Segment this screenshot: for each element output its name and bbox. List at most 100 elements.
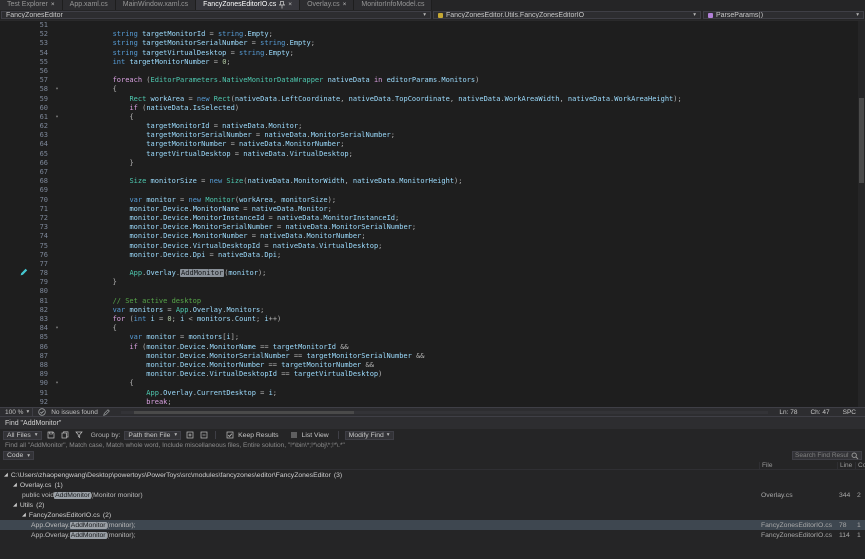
code-line-51[interactable]: 51	[0, 21, 858, 30]
tab-monitorinfomodel-cs[interactable]: MonitorInfoModel.cs	[354, 0, 432, 10]
code-line-88[interactable]: 88 monitor.Device.MonitorNumber == targe…	[0, 361, 858, 370]
code-line-92[interactable]: 92 break;	[0, 398, 858, 407]
code-line-57[interactable]: 57 foreach (EditorParameters.NativeMonit…	[0, 76, 858, 85]
code-line-81[interactable]: 81 // Set active desktop	[0, 297, 858, 306]
code-line-73[interactable]: 73 monitor.Device.MonitorSerialNumber = …	[0, 223, 858, 232]
result-row[interactable]: public void AddMonitor(Monitor monitor)O…	[0, 490, 865, 500]
save-icon[interactable]	[46, 431, 56, 439]
code-line-89[interactable]: 89 monitor.Device.VirtualDesktopId == ta…	[0, 370, 858, 379]
modify-find-button[interactable]: Modify Find ▾	[345, 431, 394, 440]
tab-mainwindow-xaml-cs[interactable]: MainWindow.xaml.cs	[116, 0, 196, 10]
code-line-90[interactable]: 90▾ {	[0, 379, 858, 388]
code-line-82[interactable]: 82 var monitors = App.Overlay.Monitors;	[0, 306, 858, 315]
editor-vertical-scrollbar[interactable]	[858, 21, 865, 407]
result-group-row[interactable]: ◢Utils(2)	[0, 500, 865, 510]
member-dropdown[interactable]: ParseParams() ▾	[703, 11, 864, 19]
breakpoint-margin[interactable]	[0, 333, 30, 342]
breakpoint-margin[interactable]	[0, 278, 30, 287]
breakpoint-margin[interactable]	[0, 315, 30, 324]
scrollbar-thumb[interactable]	[859, 98, 864, 183]
code-line-75[interactable]: 75 monitor.Device.VirtualDesktopId = nat…	[0, 242, 858, 251]
code-line-54[interactable]: 54 string targetVirtualDesktop = string.…	[0, 49, 858, 58]
code-line-83[interactable]: 83 for (int i = 0; i < monitors.Count; i…	[0, 315, 858, 324]
code-line-72[interactable]: 72 monitor.Device.MonitorInstanceId = na…	[0, 214, 858, 223]
code-line-61[interactable]: 61▾ {	[0, 113, 858, 122]
column-header-file[interactable]: File	[759, 462, 837, 469]
breakpoint-margin[interactable]	[0, 251, 30, 260]
search-results-box[interactable]	[792, 451, 862, 460]
breakpoint-margin[interactable]	[0, 39, 30, 48]
code-line-52[interactable]: 52 string targetMonitorId = string.Empty…	[0, 30, 858, 39]
scrollbar-thumb[interactable]	[134, 411, 354, 414]
copy-icon[interactable]	[60, 431, 70, 439]
code-line-59[interactable]: 59 Rect workArea = new Rect(nativeData.L…	[0, 95, 858, 104]
breakpoint-margin[interactable]	[0, 140, 30, 149]
tab-overlay-cs[interactable]: Overlay.cs×	[300, 0, 354, 10]
breakpoint-margin[interactable]	[0, 186, 30, 195]
code-line-76[interactable]: 76 monitor.Device.Dpi = nativeData.Dpi;	[0, 251, 858, 260]
breakpoint-margin[interactable]	[0, 398, 30, 407]
breakpoint-margin[interactable]	[0, 104, 30, 113]
expand-collapse-icon[interactable]: ◢	[13, 502, 17, 508]
breakpoint-margin[interactable]	[0, 379, 30, 388]
code-line-77[interactable]: 77	[0, 260, 858, 269]
breakpoint-margin[interactable]	[0, 242, 30, 251]
list-view-toggle[interactable]: List View	[286, 431, 332, 440]
content-filter-dropdown[interactable]: Code ▾	[3, 451, 34, 460]
breakpoint-margin[interactable]	[0, 343, 30, 352]
breakpoint-margin[interactable]	[0, 95, 30, 104]
breakpoint-margin[interactable]	[0, 159, 30, 168]
result-row[interactable]: App.Overlay.AddMonitor(monitor);FancyZon…	[0, 530, 865, 540]
tab-app-xaml-cs[interactable]: App.xaml.cs	[63, 0, 116, 10]
breakpoint-margin[interactable]	[0, 324, 30, 333]
breakpoint-margin[interactable]	[0, 168, 30, 177]
breakpoint-margin[interactable]	[0, 361, 30, 370]
breakpoint-margin[interactable]	[0, 177, 30, 186]
close-icon[interactable]: ×	[288, 0, 292, 10]
code-line-55[interactable]: 55 int targetMonitorNumber = 0;	[0, 58, 858, 67]
breakpoint-margin[interactable]	[0, 223, 30, 232]
filter-icon[interactable]	[74, 431, 84, 439]
code-line-85[interactable]: 85 var monitor = monitors[i];	[0, 333, 858, 342]
breakpoint-margin[interactable]	[0, 352, 30, 361]
code-editor[interactable]: 5152 string targetMonitorId = string.Emp…	[0, 21, 865, 407]
code-line-63[interactable]: 63 targetMonitorSerialNumber = nativeDat…	[0, 131, 858, 140]
code-line-62[interactable]: 62 targetMonitorId = nativeData.Monitor;	[0, 122, 858, 131]
code-line-78[interactable]: 78 App.Overlay.AddMonitor(monitor);	[0, 269, 858, 278]
expand-all-icon[interactable]	[185, 431, 195, 439]
breakpoint-margin[interactable]	[0, 76, 30, 85]
breakpoint-margin[interactable]	[0, 389, 30, 398]
close-icon[interactable]: ×	[343, 0, 347, 10]
code-line-58[interactable]: 58▾ {	[0, 85, 858, 94]
scope-dropdown[interactable]: All Files ▾	[3, 431, 42, 440]
breakpoint-margin[interactable]	[0, 85, 30, 94]
breakpoint-margin[interactable]	[0, 232, 30, 241]
health-check-icon[interactable]	[38, 408, 46, 416]
result-group-row[interactable]: ◢FancyZonesEditorIO.cs(2)	[0, 510, 865, 520]
breakpoint-margin[interactable]	[0, 67, 30, 76]
breakpoint-margin[interactable]	[0, 306, 30, 315]
fold-chevron-icon[interactable]: ▾	[52, 85, 62, 94]
expand-collapse-icon[interactable]: ◢	[13, 482, 17, 488]
breakpoint-margin[interactable]	[0, 58, 30, 67]
breakpoint-margin[interactable]	[0, 113, 30, 122]
collapse-all-icon[interactable]	[199, 431, 209, 439]
edit-tracking-icon[interactable]	[103, 409, 110, 416]
column-header-col[interactable]: Col	[855, 462, 865, 469]
fold-chevron-icon[interactable]: ▾	[52, 324, 62, 333]
code-line-65[interactable]: 65 targetVirtualDesktop = nativeData.Vir…	[0, 150, 858, 159]
result-row[interactable]: App.Overlay.AddMonitor(monitor);FancyZon…	[0, 520, 865, 530]
code-line-68[interactable]: 68 Size monitorSize = new Size(nativeDat…	[0, 177, 858, 186]
tab-fancyzoneseditorio-cs[interactable]: FancyZonesEditorIO.cs×	[196, 0, 300, 10]
tab-test-explorer[interactable]: Test Explorer×	[0, 0, 63, 10]
breakpoint-margin[interactable]	[0, 370, 30, 379]
group-by-dropdown[interactable]: Path then File ▾	[124, 431, 181, 440]
breakpoint-margin[interactable]	[0, 21, 30, 30]
close-icon[interactable]: ×	[51, 0, 55, 10]
search-results-input[interactable]	[795, 452, 849, 459]
keep-results-toggle[interactable]: Keep Results	[222, 431, 281, 440]
code-line-91[interactable]: 91 App.Overlay.CurrentDesktop = i;	[0, 389, 858, 398]
code-line-87[interactable]: 87 monitor.Device.MonitorSerialNumber ==…	[0, 352, 858, 361]
fold-chevron-icon[interactable]: ▾	[52, 379, 62, 388]
expand-collapse-icon[interactable]: ◢	[22, 512, 26, 518]
